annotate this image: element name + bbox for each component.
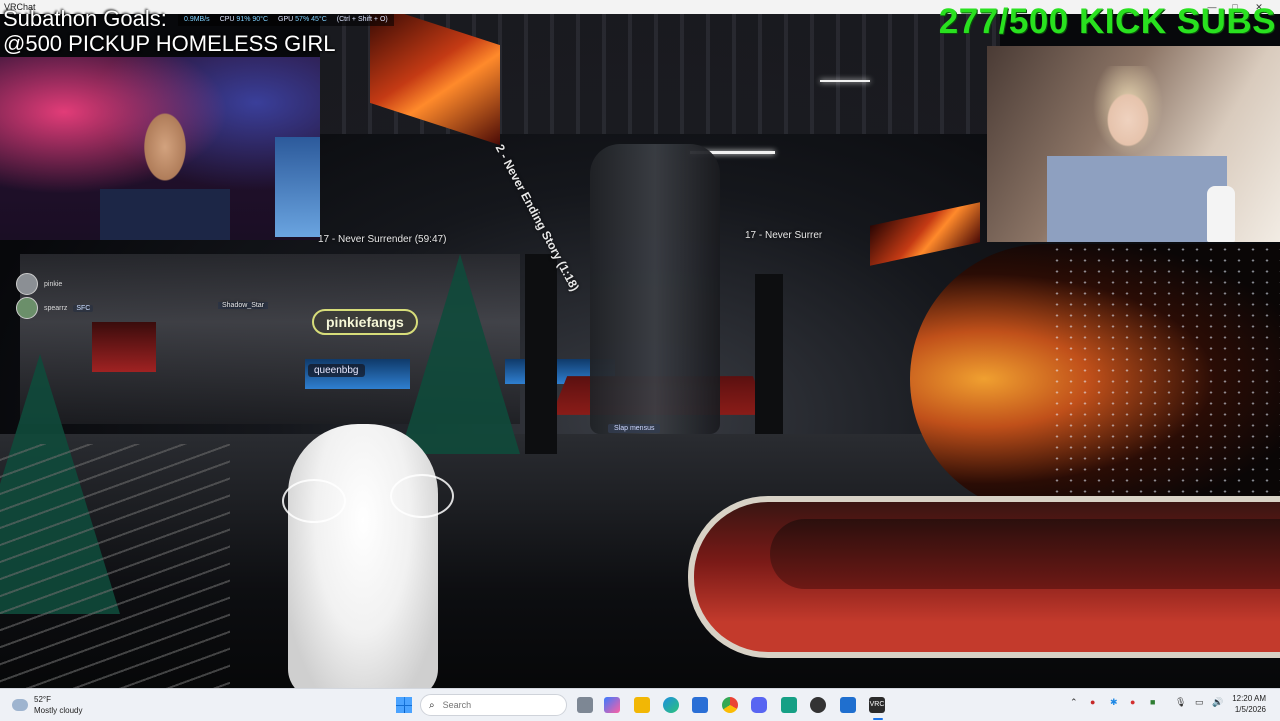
player-tag: Shadow_Star — [218, 302, 269, 309]
microphone-icon[interactable]: 🎙 — [1175, 697, 1186, 708]
search-icon: ⌕ — [429, 699, 435, 711]
song-sign-left: 17 - Never Surrender (59:47) — [318, 234, 447, 245]
railing — [0, 444, 230, 688]
user-list: pinkie spearrz SFC — [16, 272, 136, 320]
app-icon[interactable] — [781, 697, 797, 713]
user-row[interactable]: spearrz SFC — [16, 296, 136, 320]
world-tag: Slap mensus — [608, 424, 661, 433]
perf-cpu: CPU 91% 90°C — [219, 16, 269, 23]
vrchat-icon[interactable]: VRC — [869, 697, 885, 713]
avatar-wing — [282, 479, 346, 523]
bluetooth-icon[interactable]: ✱ — [1110, 697, 1118, 708]
user-badge: SFC — [73, 304, 94, 312]
nameplate-pinkiefangs[interactable]: pinkiefangs — [312, 309, 418, 335]
weather-temp: 52°F — [34, 695, 51, 704]
weather-widget[interactable]: 52°F Mostly cloudy — [12, 694, 82, 716]
volume-icon[interactable]: 🔊 — [1212, 697, 1223, 708]
store-icon[interactable] — [692, 697, 708, 713]
avatar — [16, 273, 38, 295]
red-light-panel — [870, 202, 980, 266]
weather-text: 52°F Mostly cloudy — [34, 694, 82, 716]
sub-counter: 277/500 KICK SUBS — [938, 2, 1276, 41]
chevron-up-icon[interactable]: ⌃ — [1070, 697, 1078, 708]
streamer-figure — [100, 112, 230, 240]
windows-start-icon[interactable] — [396, 697, 412, 713]
stage-inner — [770, 519, 1280, 589]
goals-title: Subathon Goals: — [3, 6, 167, 31]
perf-hotkey: (Ctrl + Shift + O) — [336, 16, 388, 23]
pillar — [755, 274, 783, 434]
guest-figure — [1047, 66, 1227, 242]
folder-icon[interactable] — [634, 697, 650, 713]
perf-gpu: GPU 57% 45°C — [278, 16, 327, 23]
copilot-icon[interactable] — [604, 697, 620, 713]
tunnel-lights — [1050, 244, 1280, 504]
weather-desc: Mostly cloudy — [34, 706, 83, 715]
monitor-glow — [275, 137, 320, 237]
goal-line: @500 PICKUP HOMELESS GIRL — [3, 31, 336, 56]
cloud-icon — [12, 699, 28, 711]
tray-app-icon[interactable]: ● — [1090, 697, 1095, 707]
edge-icon[interactable] — [663, 697, 679, 713]
pillar — [525, 254, 557, 454]
obs-icon[interactable] — [810, 697, 826, 713]
player-avatar — [288, 424, 438, 688]
task-view-icon[interactable] — [577, 697, 593, 713]
tray-app-icon[interactable]: ● — [1130, 697, 1135, 707]
clock-date: 1/5/2026 — [1234, 705, 1266, 714]
search-input[interactable] — [440, 699, 545, 711]
vscode-icon[interactable] — [840, 697, 856, 713]
christmas-tree — [400, 254, 520, 454]
ceiling-light — [820, 80, 870, 82]
user-name: pinkie — [44, 280, 63, 288]
taskbar: 52°F Mostly cloudy ⌕ VRC ⌃ ● ✱ ● ■ 🎙 ▭ 🔊… — [0, 688, 1280, 721]
avatar-legs-figure — [590, 144, 720, 434]
clock-time: 12:20 AM — [1232, 694, 1266, 703]
bottle — [1207, 186, 1235, 242]
avatar — [16, 297, 38, 319]
chrome-icon[interactable] — [722, 697, 738, 713]
user-name: spearrz — [44, 304, 68, 312]
taskbar-search[interactable]: ⌕ — [420, 694, 567, 716]
avatar-wing — [390, 474, 454, 518]
system-clock[interactable]: 12:20 AM 1/5/2026 — [1232, 693, 1266, 715]
song-sign-right: 17 - Never Surrer — [745, 230, 823, 241]
nameplate-queenbbg[interactable]: queenbbg — [308, 364, 365, 377]
performance-overlay: 0.9MB/s CPU 91% 90°C GPU 57% 45°C (Ctrl … — [178, 14, 394, 26]
user-row[interactable]: pinkie — [16, 272, 136, 296]
perf-net: 0.9MB/s — [184, 16, 210, 23]
discord-icon[interactable] — [751, 697, 767, 713]
network-icon[interactable]: ▭ — [1195, 697, 1204, 708]
webcam-streamer — [0, 57, 320, 240]
tray-app-icon[interactable]: ■ — [1150, 697, 1155, 707]
webcam-guest — [987, 46, 1280, 242]
